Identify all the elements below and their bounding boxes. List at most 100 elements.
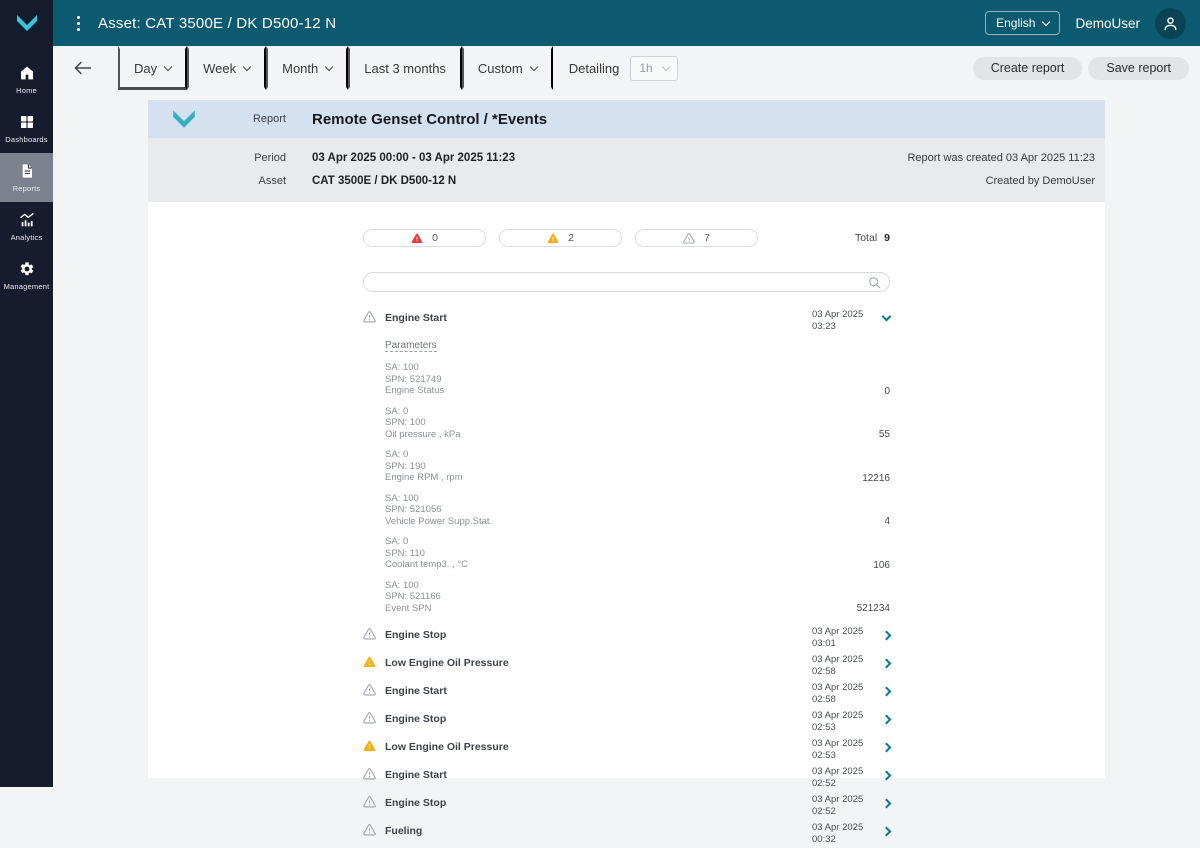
detailing-value: 1h [639, 61, 652, 75]
info-triangle-icon [363, 311, 376, 323]
event-row[interactable]: Engine Stop 03 Apr 202502:52 [363, 792, 890, 820]
detailing-group: Detailing 1h [569, 46, 679, 90]
event-chevron-icon[interactable] [882, 659, 892, 669]
report-card: Report Remote Genset Control / *Events P… [148, 100, 1105, 778]
event-name: Engine Start [385, 685, 447, 697]
search-icon [868, 276, 881, 289]
user-avatar[interactable] [1155, 8, 1186, 39]
report-content: 0 2 7 Total 9 [363, 229, 890, 848]
event-chevron-icon[interactable] [882, 312, 892, 322]
event-name: Low Engine Oil Pressure [385, 657, 509, 669]
info-count: 7 [704, 232, 710, 244]
asset-value: CAT 3500E / DK D500-12 N [312, 175, 456, 187]
critical-count-badge[interactable]: 0 [363, 229, 486, 247]
sidebar-item-analytics[interactable]: Analytics [0, 202, 53, 251]
top-bar: Asset: CAT 3500E / DK D500-12 N English … [0, 0, 1200, 46]
sidebar-item-dashboards[interactable]: Dashboards [0, 104, 53, 153]
tab-day[interactable]: Day [118, 46, 187, 90]
reports-icon [19, 163, 35, 179]
event-timestamp: 03 Apr 202502:58 [812, 682, 869, 706]
event-chevron-icon[interactable] [882, 687, 892, 697]
detailing-select[interactable]: 1h [630, 56, 678, 81]
sidebar-item-home[interactable]: Home [0, 55, 53, 104]
app-logo[interactable] [0, 0, 53, 46]
parameter-info: SA: 100SPN: 521056Vehicle Power Supp.Sta… [385, 493, 492, 528]
search-box [363, 272, 890, 292]
event-row[interactable]: Engine Start 03 Apr 202502:52 [363, 764, 890, 792]
parameter-value: 106 [873, 560, 890, 571]
event-chevron-icon[interactable] [882, 827, 892, 837]
create-report-button[interactable]: Create report [973, 57, 1083, 80]
event-chevron-icon[interactable] [882, 743, 892, 753]
top-bar-main: Asset: CAT 3500E / DK D500-12 N English … [53, 0, 1200, 46]
event-chevron-icon[interactable] [882, 799, 892, 809]
parameter-value: 12216 [862, 473, 890, 484]
sidebar-item-label: Management [4, 282, 50, 291]
sidebar-item-label: Reports [13, 184, 41, 193]
language-label: English [996, 16, 1035, 30]
parameter-info: SA: 100SPN: 521749Engine Status [385, 362, 444, 397]
warning-count-badge[interactable]: 2 [499, 229, 622, 247]
dashboards-icon [19, 114, 35, 130]
chevron-down-icon [164, 63, 172, 71]
sidebar-item-management[interactable]: Management [0, 251, 53, 300]
event-chevron-icon[interactable] [882, 771, 892, 781]
tab-month[interactable]: Month [266, 46, 348, 90]
report-title: Remote Genset Control / *Events [312, 111, 547, 128]
language-selector[interactable]: English [985, 11, 1060, 35]
parameter-info: SA: 0SPN: 190Engine RPM , rpm [385, 449, 463, 484]
tab-last-3-months[interactable]: Last 3 months [348, 46, 462, 90]
event-row[interactable]: Engine Stop 03 Apr 202503:01 [363, 624, 890, 652]
event-name: Engine Start [385, 769, 447, 781]
event-row[interactable]: Fueling 03 Apr 202500:32 [363, 820, 890, 848]
event-name: Engine Start [385, 312, 447, 324]
management-icon [19, 261, 35, 277]
info-triangle-icon [363, 768, 376, 780]
event-chevron-icon[interactable] [882, 631, 892, 641]
main-area: Day Week Month Last 3 months Custom Deta… [53, 46, 1200, 787]
sidebar-item-reports[interactable]: Reports [0, 153, 53, 202]
event-name: Engine Stop [385, 629, 446, 641]
warning-triangle-icon [547, 233, 559, 244]
period-value: 03 Apr 2025 00:00 - 03 Apr 2025 11:23 [312, 152, 515, 164]
home-icon [19, 65, 35, 81]
event-name: Engine Stop [385, 797, 446, 809]
event-row[interactable]: Engine Start 03 Apr 202503:23 [363, 307, 890, 335]
parameter-value: 4 [884, 516, 890, 527]
analytics-icon [19, 212, 35, 228]
event-chevron-icon[interactable] [882, 715, 892, 725]
asset-label: Asset [148, 175, 286, 187]
report-created-at: Report was created 03 Apr 2025 11:23 [907, 152, 1095, 164]
chevron-down-icon [1042, 17, 1050, 25]
event-timestamp: 03 Apr 202502:53 [812, 710, 869, 734]
search-input[interactable] [372, 276, 868, 288]
tab-custom[interactable]: Custom [462, 46, 553, 90]
tab-week[interactable]: Week [187, 46, 266, 90]
chevron-down-icon [662, 62, 670, 70]
detailing-label: Detailing [569, 61, 620, 76]
kebab-menu-icon[interactable] [73, 12, 84, 35]
user-name: DemoUser [1075, 16, 1140, 31]
total-label: Total [855, 232, 877, 244]
save-report-button[interactable]: Save report [1088, 57, 1189, 80]
info-triangle-icon [363, 824, 376, 836]
parameters-link[interactable]: Parameters [385, 340, 437, 352]
parameter-info: SA: 100SPN: 521166Event SPN [385, 580, 441, 615]
event-timestamp: 03 Apr 202502:53 [812, 738, 869, 762]
back-button[interactable] [69, 56, 96, 80]
event-timestamp: 03 Apr 202502:52 [812, 766, 869, 790]
period-tabs: Day Week Month Last 3 months Custom [118, 46, 553, 90]
event-row[interactable]: Low Engine Oil Pressure 03 Apr 202502:53 [363, 736, 890, 764]
event-row[interactable]: Engine Start 03 Apr 202502:58 [363, 680, 890, 708]
asset-title: Asset: CAT 3500E / DK D500-12 N [98, 15, 336, 32]
parameter-row: SA: 100SPN: 521749Engine Status 0 [385, 357, 890, 401]
event-timestamp: 03 Apr 202503:23 [812, 309, 869, 333]
event-timestamp: 03 Apr 202502:52 [812, 794, 869, 818]
back-arrow-icon [73, 60, 92, 76]
period-label: Period [148, 152, 286, 164]
event-row[interactable]: Low Engine Oil Pressure 03 Apr 202502:58 [363, 652, 890, 680]
tab-label: Last 3 months [364, 61, 446, 76]
parameter-info: SA: 0SPN: 110Coolant temp3. , °C [385, 536, 468, 571]
info-count-badge[interactable]: 7 [635, 229, 758, 247]
event-row[interactable]: Engine Stop 03 Apr 202502:53 [363, 708, 890, 736]
